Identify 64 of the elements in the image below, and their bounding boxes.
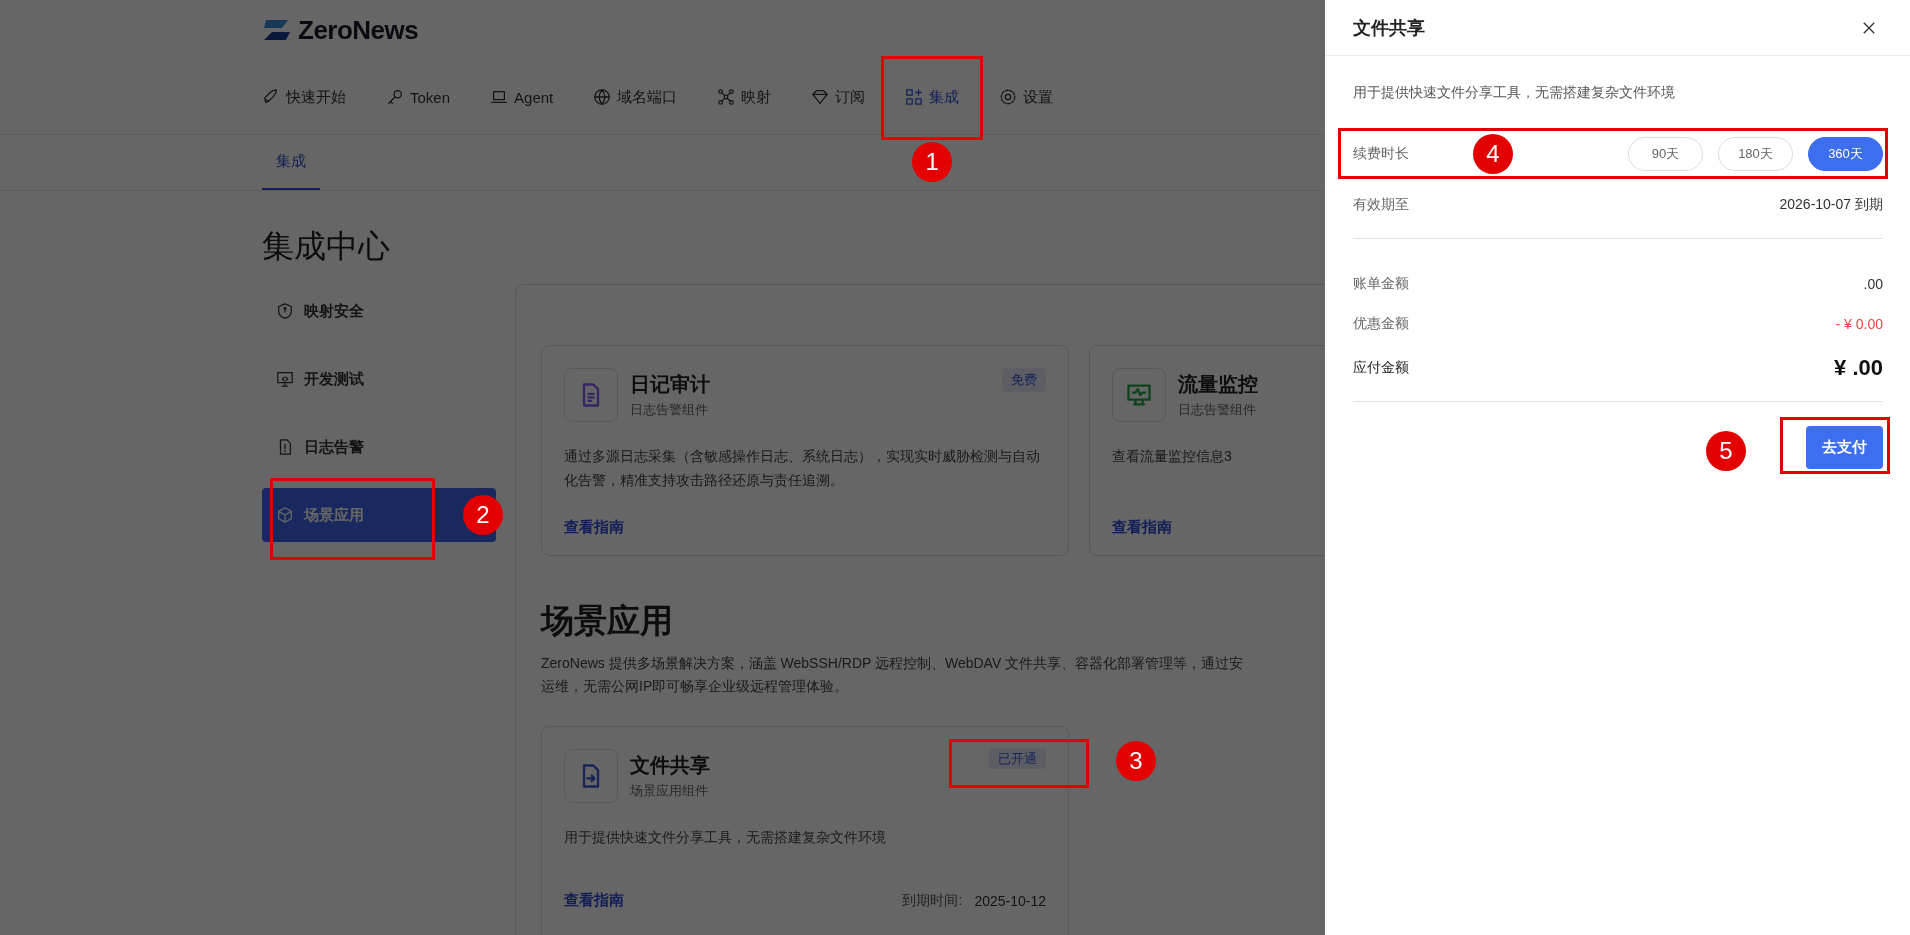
amount-label: 应付金额 xyxy=(1353,359,1409,377)
step-badge: 4 xyxy=(1473,134,1513,174)
nodes-icon xyxy=(717,88,736,106)
status-tag: 已开通 xyxy=(989,748,1046,769)
pay-button[interactable]: 去支付 xyxy=(1806,426,1883,469)
sub-tab[interactable]: 集成 xyxy=(262,135,320,190)
amount-label: 优惠金额 xyxy=(1353,315,1409,333)
card-description: 用于提供快速文件分享工具，无需搭建复杂文件环境 xyxy=(564,828,887,847)
amount-label: 账单金额 xyxy=(1353,275,1409,293)
card-title: 日记审计 xyxy=(630,372,711,397)
step-badge: 5 xyxy=(1706,431,1746,471)
expiry-date: 2025-10-12 xyxy=(974,892,1046,909)
step-badge: 3 xyxy=(1116,741,1156,781)
close-icon[interactable] xyxy=(1862,20,1876,35)
card-title: 文件共享 xyxy=(630,753,711,778)
sidebar-item[interactable]: 日志告警 xyxy=(262,420,496,474)
card-description: 查看流量监控信息3 xyxy=(1112,447,1233,466)
gear-icon xyxy=(999,88,1018,106)
duration-option[interactable]: 90天 xyxy=(1628,137,1703,171)
nav-tab[interactable]: 域名端口 xyxy=(583,81,688,113)
expiry-label: 到期时间: xyxy=(902,891,963,910)
section-description: ZeroNews 提供多场景解决方案，涵盖 WebSSH/RDP 远程控制、WebDAV 文件共享、容器化部署管理等，通过安 运维，无需公网IP即可畅享企业级远程管理体验。 xyxy=(541,654,1245,696)
card-title: 流量监控 xyxy=(1178,372,1259,397)
cube-icon xyxy=(276,506,294,524)
sidebar-item[interactable]: 映射安全 xyxy=(262,284,496,338)
monitor-code-icon xyxy=(276,370,294,388)
diamond-icon xyxy=(811,88,830,106)
section-title: 场景应用 xyxy=(541,601,674,641)
drawer-description: 用于提供快速文件分享工具，无需搭建复杂文件环境 xyxy=(1353,84,1676,102)
card-subtitle: 日志告警组件 xyxy=(630,401,709,419)
guide-link[interactable]: 查看指南 xyxy=(564,518,624,537)
step-badge: 1 xyxy=(912,141,953,182)
page-title: 集成中心 xyxy=(262,227,391,266)
amount-value: .00 xyxy=(1863,276,1883,292)
shield-icon xyxy=(276,302,294,320)
status-tag: 免费 xyxy=(1002,368,1046,392)
amount-value: - ¥ 0.00 xyxy=(1835,316,1883,332)
key-icon xyxy=(386,88,404,106)
rocket-icon xyxy=(262,88,280,106)
drawer-title: 文件共享 xyxy=(1353,16,1425,40)
valid-until-label: 有效期至 xyxy=(1353,196,1409,214)
nav-tab[interactable]: 集成 xyxy=(895,81,970,113)
sidebar-item[interactable]: 开发测试 xyxy=(262,352,496,406)
card-subtitle: 日志告警组件 xyxy=(1178,401,1257,419)
grid-icon xyxy=(905,88,924,106)
logo-text: ZeroNews xyxy=(298,14,419,46)
guide-link[interactable]: 查看指南 xyxy=(1112,518,1172,537)
duration-option[interactable]: 360天 xyxy=(1808,137,1883,171)
logo-icon xyxy=(262,18,292,42)
nav-tab[interactable]: 设置 xyxy=(989,81,1064,113)
laptop-icon xyxy=(490,88,509,106)
amount-value: ¥ .00 xyxy=(1834,355,1883,381)
valid-until-value: 2026-10-07 到期 xyxy=(1779,196,1883,214)
nav-tab[interactable]: 订阅 xyxy=(801,81,876,113)
guide-link[interactable]: 查看指南 xyxy=(564,891,624,910)
nav-tab[interactable]: 映射 xyxy=(707,81,782,113)
nav-tab[interactable]: Agent xyxy=(480,82,564,112)
duration-label: 续费时长 xyxy=(1353,145,1409,163)
globe-icon xyxy=(593,88,612,106)
nav-tab[interactable]: Token xyxy=(376,82,461,112)
duration-option[interactable]: 180天 xyxy=(1718,137,1793,171)
nav-tab[interactable]: 快速开始 xyxy=(252,81,356,113)
card-subtitle: 场景应用组件 xyxy=(630,782,709,800)
card-description: 通过多源日志采集（含敏感操作日志、系统日志），实现实时威胁检测与自动化告警，精准支持攻击路径还原与责任追溯。 xyxy=(564,447,1041,490)
